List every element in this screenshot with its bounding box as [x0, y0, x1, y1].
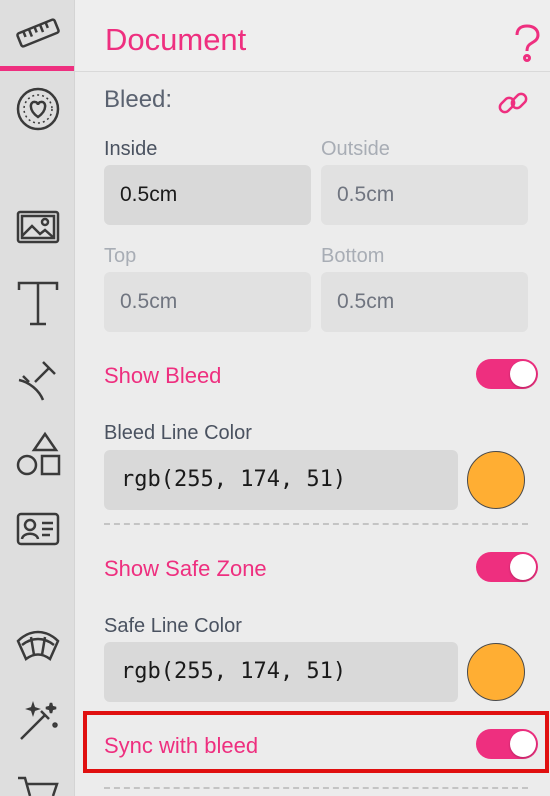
text-icon[interactable]: [0, 276, 75, 332]
bleed-line-color-swatch[interactable]: [467, 451, 525, 509]
divider: [104, 787, 528, 789]
image-icon[interactable]: [0, 202, 75, 252]
rail-active-indicator: [0, 66, 74, 71]
inside-label: Inside: [104, 138, 158, 160]
page-title: Document: [105, 22, 247, 57]
help-icon[interactable]: [512, 24, 542, 67]
toggle-knob: [510, 361, 536, 387]
line-tool-icon[interactable]: [0, 354, 75, 404]
safe-line-color-input[interactable]: rgb(255, 174, 51): [104, 642, 458, 702]
heart-badge-icon[interactable]: [0, 84, 75, 134]
bleed-section-title: Bleed:: [104, 86, 173, 113]
bleed-line-color-label: Bleed Line Color: [104, 422, 252, 444]
arc-icon[interactable]: [0, 624, 75, 670]
show-safe-zone-label: Show Safe Zone: [104, 556, 267, 581]
inside-input[interactable]: 0.5cm: [104, 165, 311, 225]
show-bleed-label: Show Bleed: [104, 363, 222, 388]
outside-input[interactable]: 0.5cm: [321, 165, 528, 225]
show-safe-zone-toggle[interactable]: [476, 552, 538, 582]
ruler-icon[interactable]: [0, 8, 75, 58]
show-bleed-toggle[interactable]: [476, 359, 538, 389]
cart-icon[interactable]: [0, 770, 75, 796]
contact-card-icon[interactable]: [0, 506, 75, 552]
top-label: Top: [104, 245, 137, 267]
bottom-label: Bottom: [321, 245, 385, 267]
toggle-knob: [510, 554, 536, 580]
outside-label: Outside: [321, 138, 390, 160]
panel-header: Document: [75, 0, 550, 72]
link-icon[interactable]: [496, 86, 530, 125]
top-input[interactable]: 0.5cm: [104, 272, 311, 332]
divider: [104, 523, 528, 525]
document-settings-panel: Bleed: Inside Outside 0.5cm 0.5cm Top Bo…: [75, 72, 550, 796]
tool-rail: [0, 0, 75, 796]
shapes-icon[interactable]: [0, 428, 75, 480]
magic-wand-icon[interactable]: [0, 696, 75, 748]
bleed-line-color-input[interactable]: rgb(255, 174, 51): [104, 450, 458, 510]
safe-line-color-swatch[interactable]: [467, 643, 525, 701]
safe-line-color-label: Safe Line Color: [104, 615, 242, 637]
bottom-input[interactable]: 0.5cm: [321, 272, 528, 332]
sync-with-bleed-highlight: [83, 711, 549, 773]
